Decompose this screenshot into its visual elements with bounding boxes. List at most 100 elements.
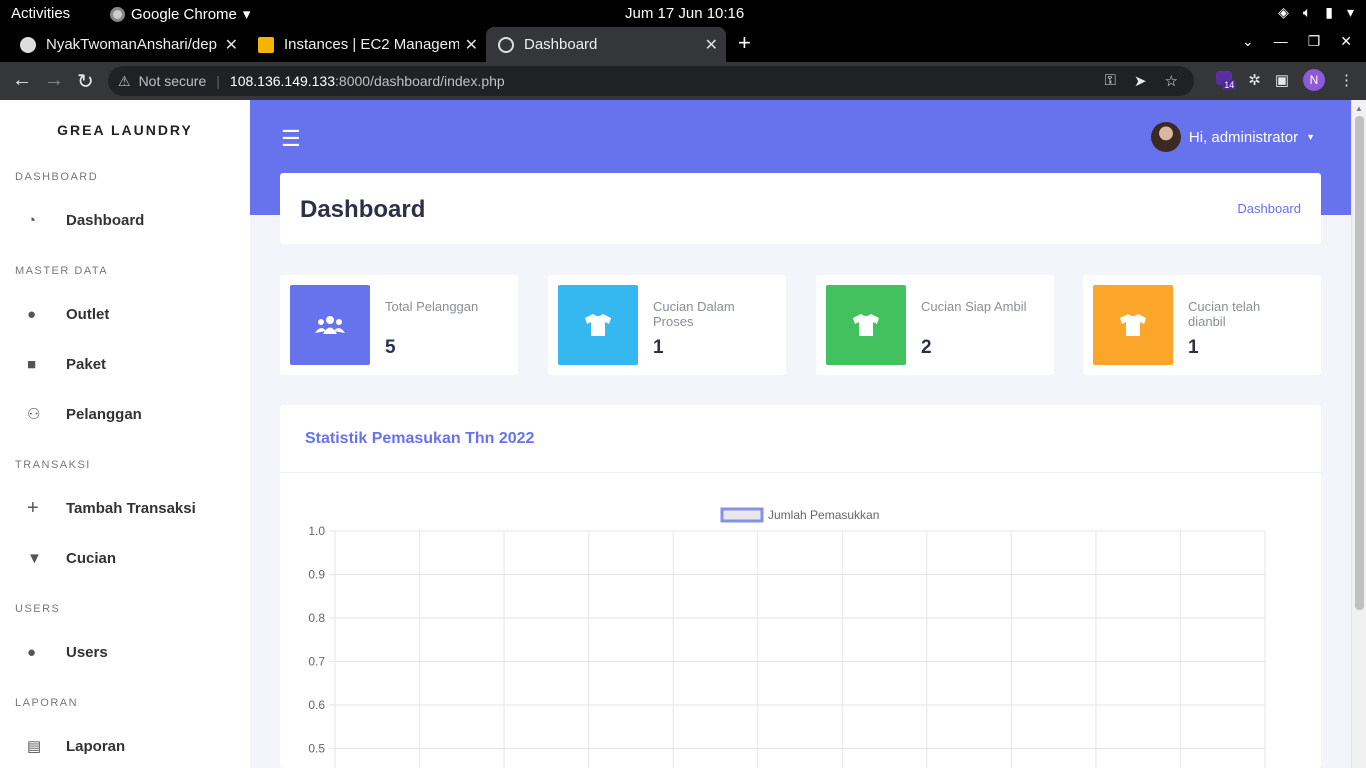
sidebar-item-label: Dashboard — [66, 211, 145, 229]
omnibox-actions: ⚿ ➤ ☆ — [1105, 72, 1178, 90]
tab-title: Instances | EC2 Manageme — [284, 36, 459, 53]
shirt-icon: ▼ — [27, 549, 42, 567]
sidebar-item-outlet[interactable]: ● Outlet — [0, 296, 250, 332]
close-window-icon[interactable]: ✕ — [1340, 33, 1352, 50]
legend-label[interactable]: Jumlah Pemasukkan — [768, 508, 879, 522]
stat-label: Cucian Dalam Proses — [653, 299, 735, 329]
user-menu[interactable]: Hi, administrator ▼ — [1150, 122, 1315, 152]
network-icon: ◈ — [1278, 4, 1289, 20]
plus-icon: + — [27, 496, 39, 519]
app-name: Google Chrome — [131, 5, 237, 23]
chevron-down-icon: ▾ — [242, 6, 251, 23]
section-heading: TRANSAKSI — [15, 459, 91, 471]
sidebar-item-label: Pelanggan — [66, 405, 142, 423]
close-icon[interactable]: ✕ — [225, 35, 238, 55]
web-page: GREA LAUNDRY DASHBOARD ◔ Dashboard MASTE… — [0, 100, 1366, 768]
shirt-icon — [1093, 285, 1173, 365]
profile-avatar[interactable]: N — [1303, 69, 1325, 91]
scrollbar-thumb[interactable] — [1355, 116, 1364, 610]
stat-card-total-pelanggan: Total Pelanggan 5 — [280, 275, 518, 375]
volume-icon: 🔈︎ — [1302, 4, 1312, 20]
shirt-icon — [826, 285, 906, 365]
forward-icon[interactable]: → — [44, 69, 64, 92]
warning-icon: ⚠ — [118, 72, 131, 89]
users-icon — [290, 285, 370, 365]
url-host: 108.136.149.133 — [229, 73, 336, 89]
box-icon: ■ — [27, 355, 37, 373]
tab-github[interactable]: NyakTwomanAnshari/dep ✕ — [8, 27, 246, 62]
sidebar-item-users[interactable]: ● Users — [0, 634, 250, 670]
chart-card: Statistik Pemasukan Thn 2022 Jumlah Pema… — [280, 405, 1321, 768]
minimize-icon[interactable]: — — [1274, 33, 1288, 50]
section-heading: DASHBOARD — [15, 171, 99, 183]
activities-button[interactable]: Activities — [11, 5, 70, 22]
tab-dashboard[interactable]: Dashboard ✕ — [486, 27, 726, 62]
globe-icon — [498, 36, 514, 53]
tab-search-icon[interactable]: ⌄ — [1242, 33, 1254, 50]
section-heading: USERS — [15, 603, 61, 615]
aws-box-icon — [258, 36, 274, 53]
breadcrumb[interactable]: Dashboard — [1237, 201, 1301, 216]
y-tick-label: 0.5 — [308, 742, 325, 756]
stat-label: Cucian Siap Ambil — [921, 299, 1027, 314]
gauge-icon: ◔ — [27, 211, 37, 229]
key-icon[interactable]: ⚿ — [1105, 72, 1116, 90]
shirt-icon — [558, 285, 638, 365]
users-icon: ⚇ — [27, 406, 41, 423]
extensions-area: 14 ✲ ▣ N ⋮ — [1216, 69, 1354, 91]
stat-label: Total Pelanggan — [385, 299, 479, 314]
page-scrollbar[interactable]: ▲ — [1351, 100, 1366, 768]
sidebar-item-tambah-transaksi[interactable]: + Tambah Transaksi — [0, 490, 250, 526]
tab-ec2[interactable]: Instances | EC2 Manageme ✕ — [246, 27, 486, 62]
hamburger-menu-icon[interactable]: ☰ — [281, 126, 301, 152]
chevron-down-icon: ▾ — [1346, 4, 1354, 20]
puzzle-icon[interactable]: ✲ — [1248, 71, 1261, 89]
sidebar-item-pelanggan[interactable]: ⚇ Pelanggan — [0, 396, 250, 432]
fire-icon: ● — [27, 305, 37, 323]
sidebar-item-laporan[interactable]: ▤ Laporan — [0, 728, 250, 764]
side-panel-icon[interactable]: ▣ — [1275, 71, 1289, 89]
stat-card-telah-diambil: Cucian telah dianbil 1 — [1083, 275, 1321, 375]
url-path: :8000/dashboard/index.php — [335, 73, 505, 89]
system-tray[interactable]: ◈ 🔈︎ ▮ ▾ — [1278, 4, 1354, 21]
sidebar-item-label: Tambah Transaksi — [66, 499, 196, 517]
brand-logo[interactable]: GREA LAUNDRY — [0, 122, 250, 138]
stat-card-dalam-proses: Cucian Dalam Proses 1 — [548, 275, 786, 375]
sidebar-item-cucian[interactable]: ▼ Cucian — [0, 540, 250, 576]
page-title-card: Dashboard Dashboard — [280, 173, 1321, 244]
security-label[interactable]: Not secure — [139, 73, 207, 89]
kebab-menu-icon[interactable]: ⋮ — [1339, 71, 1354, 89]
y-tick-label: 0.7 — [308, 655, 325, 669]
income-chart: Jumlah Pemasukkan 1.0 0.9 0.8 0.7 0.6 0.5 — [308, 507, 1266, 768]
send-icon[interactable]: ➤ — [1134, 72, 1147, 90]
app-menu[interactable]: Google Chrome ▾ — [110, 5, 250, 23]
back-icon[interactable]: ← — [12, 69, 32, 92]
avatar — [1150, 122, 1181, 152]
caret-down-icon: ▼ — [1306, 132, 1315, 142]
extension-hat-icon[interactable]: 14 — [1216, 71, 1237, 90]
address-bar[interactable]: ⚠ Not secure | 108.136.149.133 :8000/das… — [108, 66, 1194, 96]
sidebar: GREA LAUNDRY DASHBOARD ◔ Dashboard MASTE… — [0, 100, 250, 768]
chart-card-header: Statistik Pemasukan Thn 2022 — [280, 405, 1321, 473]
reload-icon[interactable]: ↻ — [77, 69, 94, 94]
battery-icon: ▮ — [1325, 4, 1333, 20]
clock[interactable]: Jum 17 Jun 10:16 — [625, 5, 744, 22]
user-greeting: Hi, administrator — [1188, 128, 1299, 146]
github-icon — [20, 36, 36, 53]
close-icon[interactable]: ✕ — [705, 35, 718, 55]
maximize-icon[interactable]: ❐ — [1308, 33, 1321, 50]
sidebar-item-dashboard[interactable]: ◔ Dashboard — [0, 202, 250, 238]
sidebar-item-paket[interactable]: ■ Paket — [0, 346, 250, 382]
close-icon[interactable]: ✕ — [465, 35, 478, 55]
star-icon[interactable]: ☆ — [1165, 72, 1178, 90]
divider: | — [216, 73, 220, 89]
tab-title: NyakTwomanAnshari/dep — [46, 36, 217, 53]
section-heading: LAPORAN — [15, 697, 79, 709]
y-tick-label: 0.8 — [308, 611, 325, 625]
new-tab-button[interactable]: + — [738, 30, 751, 56]
stat-value: 1 — [1188, 337, 1199, 358]
scroll-up-icon[interactable]: ▲ — [1355, 104, 1363, 113]
chrome-icon — [110, 6, 125, 22]
legend-swatch[interactable] — [720, 507, 764, 523]
page-title: Dashboard — [300, 196, 426, 223]
